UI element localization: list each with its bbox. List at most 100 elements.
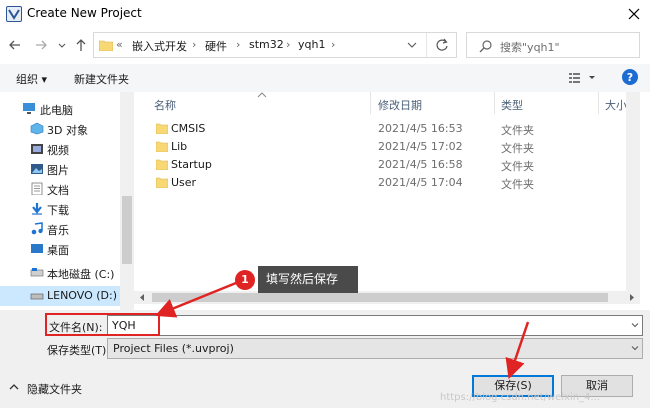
file-list-vertical-scrollbar[interactable] <box>626 92 640 292</box>
breadcrumb-item[interactable]: stm32 <box>249 38 284 51</box>
breadcrumb-separator[interactable]: › <box>286 38 290 51</box>
sort-ascending-icon <box>257 92 267 98</box>
column-header-modified[interactable]: 修改日期 <box>378 97 422 113</box>
column-header-size[interactable]: 大小 <box>605 97 627 113</box>
up-button[interactable] <box>72 36 90 54</box>
sidebar-item-desktop[interactable]: 桌面 <box>0 239 120 259</box>
breadcrumb-separator[interactable]: › <box>236 38 240 51</box>
sidebar-item-label: 3D 对象 <box>47 124 88 137</box>
file-row[interactable]: Startup 2021/4/5 16:58 文件夹 <box>152 156 622 174</box>
view-list-icon <box>569 73 595 83</box>
forward-button[interactable] <box>32 36 50 54</box>
file-name: User <box>171 176 197 189</box>
recent-locations-button[interactable] <box>56 38 68 52</box>
address-bar[interactable]: « 嵌入式开发 › 硬件 › stm32 › yqh1 › <box>93 32 457 58</box>
chevron-up-icon <box>9 384 19 390</box>
sidebar-item-label: 图片 <box>47 164 69 177</box>
drive-icon <box>30 289 44 302</box>
command-bar: 组织 ▾ 新建文件夹 ? <box>0 64 650 92</box>
annotation-callout: 填写然后保存 <box>258 266 358 293</box>
view-options-button[interactable] <box>568 71 598 85</box>
annotation-highlight-box <box>45 313 160 336</box>
watermark: https://blog.csdn.net/weixin_4... <box>440 392 601 403</box>
file-name: Lib <box>171 140 188 153</box>
hide-folders-toggle[interactable] <box>8 381 20 393</box>
column-divider <box>494 92 495 114</box>
breadcrumb-item[interactable]: 硬件 <box>205 38 227 54</box>
column-header-name[interactable]: 名称 <box>154 97 176 113</box>
sidebar-item-label: 本地磁盘 (C:) <box>47 268 115 281</box>
filetype-label: 保存类型(T): <box>47 344 111 357</box>
sidebar-item-this-pc[interactable]: 此电脑 <box>0 99 120 119</box>
file-name: Startup <box>171 158 212 171</box>
sidebar-item-label: 音乐 <box>47 224 69 237</box>
sidebar-item-drive-d[interactable]: LENOVO (D:) <box>0 286 120 306</box>
sidebar-item-documents[interactable]: 文档 <box>0 179 120 199</box>
filetype-select[interactable]: Project Files (*.uvproj) <box>107 338 643 359</box>
column-header-type[interactable]: 类型 <box>501 97 523 113</box>
file-row[interactable]: CMSIS 2021/4/5 16:53 文件夹 <box>152 120 622 138</box>
refresh-button[interactable] <box>426 33 456 57</box>
search-placeholder: 搜索"yqh1" <box>500 41 560 54</box>
music-icon <box>30 222 44 235</box>
svg-text:?: ? <box>627 71 633 84</box>
sidebar-scroll-thumb[interactable] <box>122 196 132 264</box>
picture-icon <box>30 162 44 175</box>
refresh-icon <box>436 38 448 51</box>
sidebar-item-videos[interactable]: 视频 <box>0 139 120 159</box>
organize-menu[interactable]: 组织 ▾ <box>16 71 47 87</box>
file-row[interactable]: User 2021/4/5 17:04 文件夹 <box>152 174 622 192</box>
scroll-right-icon[interactable] <box>628 293 636 302</box>
close-button[interactable] <box>622 4 646 24</box>
help-icon[interactable]: ? <box>622 69 638 85</box>
column-divider <box>598 92 599 114</box>
sidebar-item-label: LENOVO (D:) <box>47 289 118 302</box>
sidebar-item-pictures[interactable]: 图片 <box>0 159 120 179</box>
folder-icon <box>99 39 113 51</box>
sidebar-item-label: 此电脑 <box>40 104 73 117</box>
back-button[interactable] <box>6 36 24 54</box>
breadcrumb-overflow[interactable]: « <box>116 38 123 51</box>
file-modified: 2021/4/5 17:04 <box>378 176 463 189</box>
folder-icon <box>156 123 168 134</box>
sidebar-item-music[interactable]: 音乐 <box>0 219 120 239</box>
drive-icon <box>30 266 44 279</box>
search-icon <box>479 39 493 53</box>
breadcrumb-separator[interactable]: › <box>331 38 335 51</box>
filetype-value: Project Files (*.uvproj) <box>113 342 234 355</box>
chevron-down-icon <box>407 42 417 48</box>
search-input[interactable]: 搜索"yqh1" <box>466 32 640 58</box>
navigation-pane: 此电脑 3D 对象 视频 图片 文档 下载 音乐 桌面 本地磁盘 (C:) LE… <box>0 92 134 310</box>
filename-input[interactable]: YQH <box>107 315 643 336</box>
video-icon <box>30 142 44 155</box>
new-folder-button[interactable]: 新建文件夹 <box>74 71 129 87</box>
column-divider <box>370 92 371 114</box>
sidebar-item-label: 下载 <box>47 204 69 217</box>
file-row[interactable]: Lib 2021/4/5 17:02 文件夹 <box>152 138 622 156</box>
horizontal-scroll-thumb[interactable] <box>152 293 608 302</box>
address-dropdown-button[interactable] <box>399 33 425 57</box>
file-modified: 2021/4/5 17:02 <box>378 140 463 153</box>
sidebar-item-downloads[interactable]: 下载 <box>0 199 120 219</box>
annotation-step-badge: 1 <box>235 270 255 290</box>
folder-icon <box>156 177 168 188</box>
scroll-left-icon[interactable] <box>138 293 146 302</box>
arrow-right-icon <box>36 40 47 50</box>
file-modified: 2021/4/5 16:58 <box>378 158 463 171</box>
folder-icon <box>156 159 168 170</box>
file-modified: 2021/4/5 16:53 <box>378 122 463 135</box>
chevron-down-icon <box>631 346 639 351</box>
sidebar-item-3d-objects[interactable]: 3D 对象 <box>0 119 120 139</box>
hide-folders-label[interactable]: 隐藏文件夹 <box>27 381 82 397</box>
cube-icon <box>30 122 44 135</box>
file-type: 文件夹 <box>501 124 534 137</box>
breadcrumb-item[interactable]: 嵌入式开发 <box>132 38 187 54</box>
chevron-down-icon <box>58 43 66 48</box>
sidebar-item-drive-c[interactable]: 本地磁盘 (C:) <box>0 263 120 283</box>
document-icon <box>30 182 44 195</box>
file-type: 文件夹 <box>501 142 534 155</box>
file-type: 文件夹 <box>501 178 534 191</box>
breadcrumb-item[interactable]: yqh1 <box>298 38 325 51</box>
file-name: CMSIS <box>171 122 206 135</box>
breadcrumb-separator[interactable]: › <box>192 38 196 51</box>
